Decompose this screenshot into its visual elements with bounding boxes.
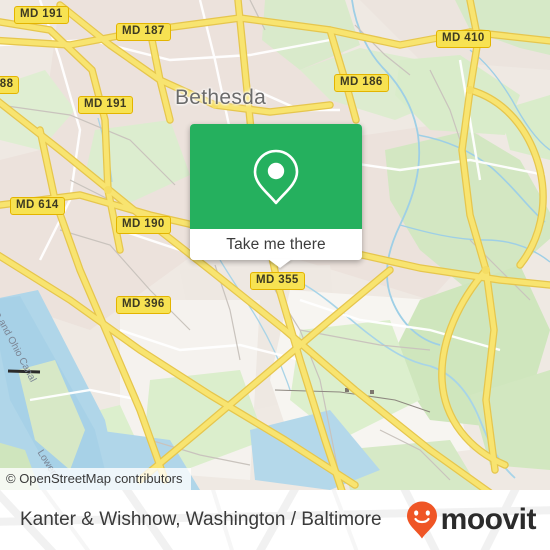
map-attribution[interactable]: © OpenStreetMap contributors bbox=[0, 468, 191, 490]
road-shield-md-191-north: MD 191 bbox=[14, 6, 69, 24]
road-shield-md-186: MD 186 bbox=[334, 74, 389, 92]
road-shield-md-614: MD 614 bbox=[10, 197, 65, 215]
map-pin-icon bbox=[253, 149, 299, 204]
popup-card-footer[interactable]: Take me there bbox=[190, 229, 362, 260]
moovit-wordmark: moovit bbox=[440, 503, 537, 536]
moovit-logo[interactable]: moovit bbox=[405, 490, 537, 550]
road-shield-md-187: MD 187 bbox=[116, 23, 171, 41]
location-title: Kanter & Wishnow, Washington / Baltimore bbox=[20, 509, 382, 530]
popup-card-pointer bbox=[268, 259, 292, 268]
moovit-smiley-pin-icon bbox=[406, 501, 437, 539]
road-shield-md-396: MD 396 bbox=[116, 296, 171, 314]
location-popup-card[interactable]: Take me there bbox=[190, 124, 362, 260]
road-shield-md-410: MD 410 bbox=[436, 30, 491, 48]
page-footer: Kanter & Wishnow, Washington / Baltimore… bbox=[0, 490, 550, 550]
road-shield-md-191-south: MD 191 bbox=[78, 96, 133, 114]
road-shield-md-188: 188 bbox=[0, 76, 20, 94]
road-shield-md-355: MD 355 bbox=[250, 272, 305, 290]
moovit-map-page: Bethesda eake and Ohio Canal Lower R MD … bbox=[0, 0, 550, 550]
road-shield-md-190: MD 190 bbox=[116, 216, 171, 234]
popup-card-header bbox=[190, 124, 362, 229]
take-me-there-button[interactable]: Take me there bbox=[226, 236, 326, 254]
